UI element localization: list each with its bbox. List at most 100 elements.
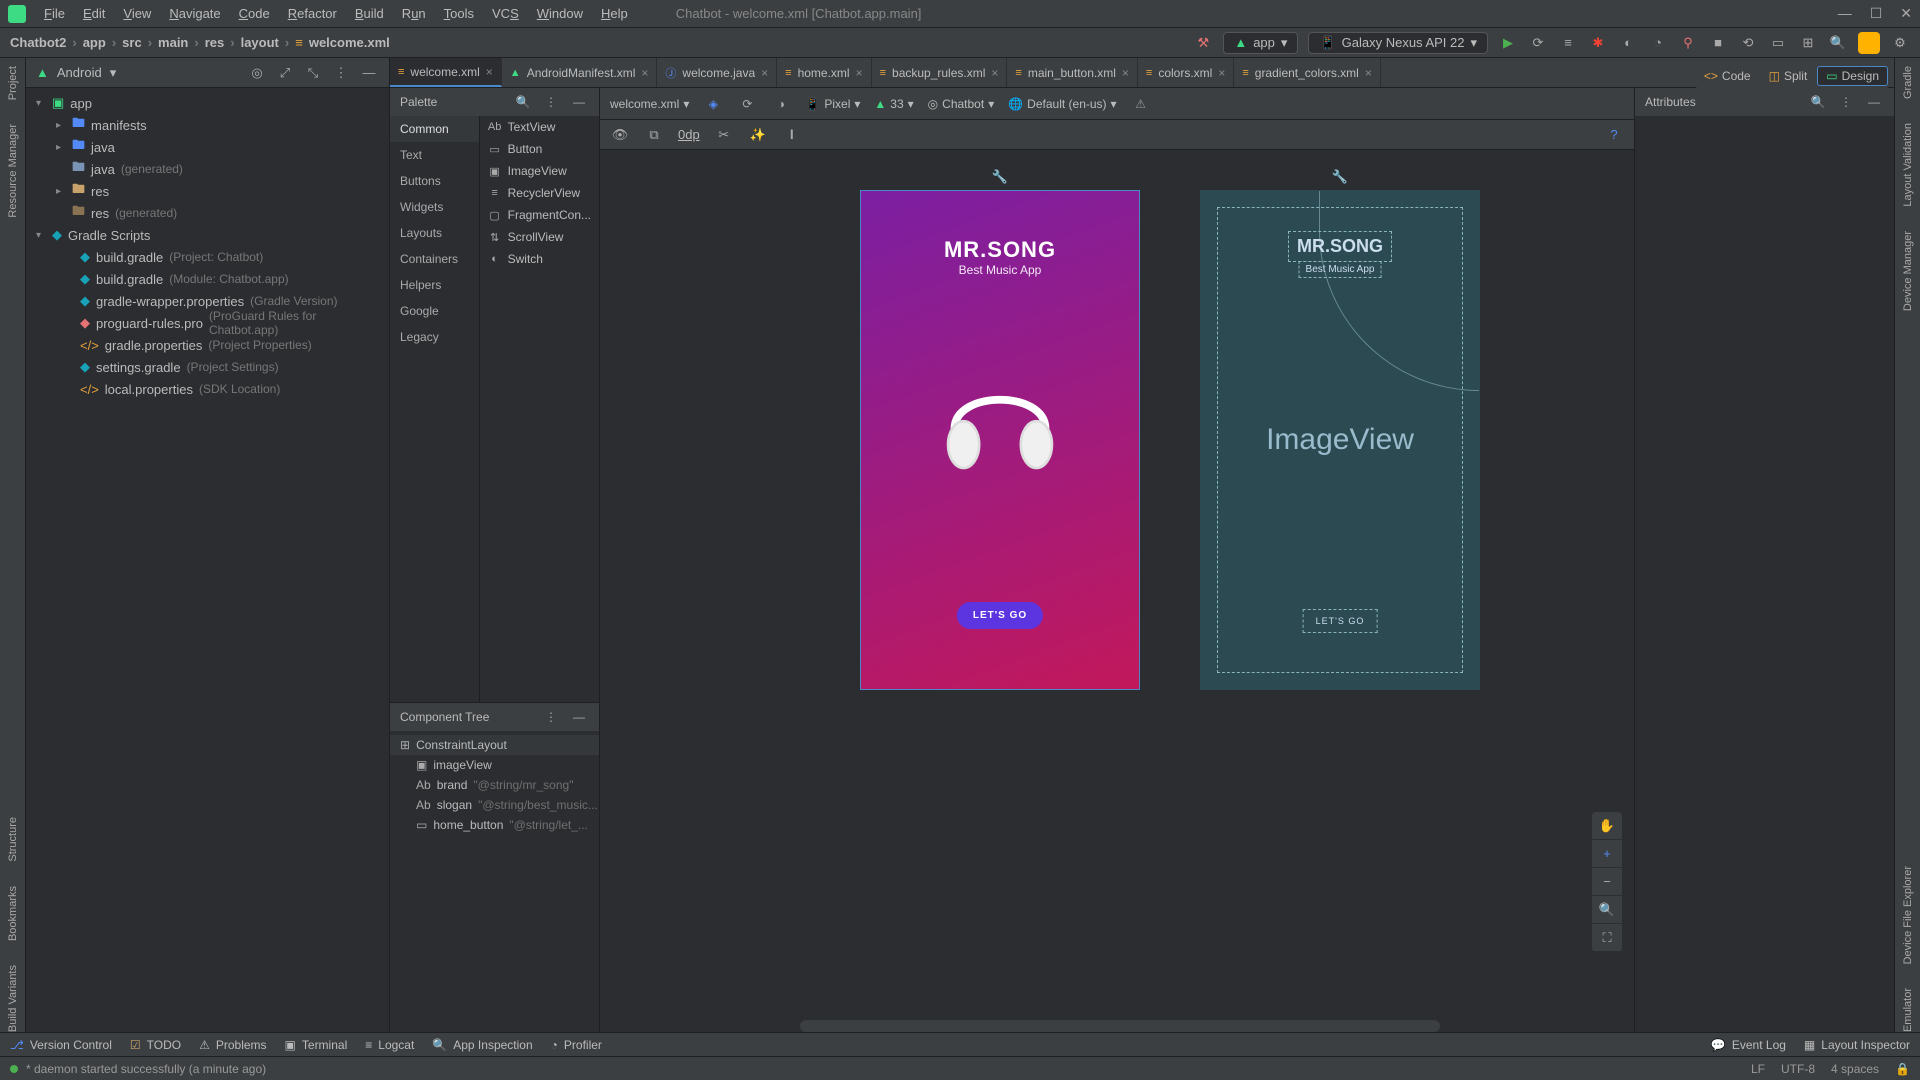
minimize-panel-icon[interactable]: — <box>569 92 589 112</box>
tool-todo[interactable]: ☑TODO <box>130 1038 181 1052</box>
tools-wrench-icon[interactable]: 🔧 <box>992 169 1008 185</box>
sdk-icon[interactable]: ⊞ <box>1798 33 1818 53</box>
palette-cat-legacy[interactable]: Legacy <box>390 324 479 350</box>
view-mode-split[interactable]: ◫Split <box>1761 66 1816 86</box>
minimize-panel-icon[interactable]: — <box>1864 92 1884 112</box>
tab-colors[interactable]: ≡colors.xml× <box>1138 58 1234 87</box>
tree-row[interactable]: ◆build.gradle (Module: Chatbot.app) <box>26 268 389 290</box>
palette-cat-helpers[interactable]: Helpers <box>390 272 479 298</box>
debug-icon[interactable]: ✱ <box>1588 33 1608 53</box>
tree-row[interactable]: ◆settings.gradle (Project Settings) <box>26 356 389 378</box>
close-tab-icon[interactable]: × <box>486 65 493 79</box>
tree-row[interactable]: ▸🖿res <box>26 180 389 202</box>
palette-cat-widgets[interactable]: Widgets <box>390 194 479 220</box>
tab-manifest[interactable]: ▲AndroidManifest.xml× <box>502 58 658 87</box>
tree-row[interactable]: ▸🖿java <box>26 136 389 158</box>
more-icon[interactable]: ⋮ <box>541 92 561 112</box>
tab-gradient-colors[interactable]: ≡gradient_colors.xml× <box>1234 58 1380 87</box>
help-icon[interactable]: ? <box>1604 125 1624 145</box>
view-mode-code[interactable]: <>Code <box>1696 66 1759 86</box>
palette-item[interactable]: ▣ImageView <box>480 160 599 182</box>
tool-logcat[interactable]: ≡Logcat <box>365 1038 414 1052</box>
view-options-icon[interactable]: 👁 <box>610 125 630 145</box>
tool-problems[interactable]: ⚠Problems <box>199 1038 266 1052</box>
rail-layout-validation[interactable]: Layout Validation <box>1902 123 1914 207</box>
status-lf[interactable]: LF <box>1751 1062 1765 1076</box>
close-tab-icon[interactable]: × <box>641 66 648 80</box>
breadcrumb-item[interactable]: res <box>205 35 225 50</box>
minimize-panel-icon[interactable]: — <box>569 707 589 727</box>
close-tab-icon[interactable]: × <box>1218 66 1225 80</box>
orientation-icon[interactable]: ⟳ <box>737 94 757 114</box>
rail-device-file-explorer[interactable]: Device File Explorer <box>1902 866 1914 964</box>
ct-root[interactable]: ⊞ConstraintLayout <box>390 735 599 755</box>
tab-home-xml[interactable]: ≡home.xml× <box>777 58 871 87</box>
tab-welcome-java[interactable]: Ⓙwelcome.java× <box>657 58 777 87</box>
settings-gear-icon[interactable]: ⚙ <box>1890 33 1910 53</box>
tab-main-button[interactable]: ≡main_button.xml× <box>1007 58 1137 87</box>
ct-item[interactable]: ▣imageView <box>390 755 599 775</box>
tree-row[interactable]: 🖿java (generated) <box>26 158 389 180</box>
profiler-icon[interactable]: ◔ <box>1648 33 1668 53</box>
run-icon[interactable]: ▶ <box>1498 33 1518 53</box>
debug-attach-icon[interactable]: ≡ <box>1558 33 1578 53</box>
tree-gradle-scripts[interactable]: ▾ ◆ Gradle Scripts <box>26 224 389 246</box>
tool-version-control[interactable]: ⎇Version Control <box>10 1038 112 1052</box>
breadcrumb-item[interactable]: Chatbot2 <box>10 35 66 50</box>
expand-icon[interactable]: ⤢ <box>275 63 295 83</box>
palette-cat-layouts[interactable]: Layouts <box>390 220 479 246</box>
tree-row[interactable]: </>gradle.properties (Project Properties… <box>26 334 389 356</box>
menu-tools[interactable]: Tools <box>436 4 482 23</box>
rail-bookmarks[interactable]: Bookmarks <box>7 886 19 941</box>
account-avatar[interactable] <box>1858 32 1880 54</box>
autoconnect-icon[interactable]: ⧉ <box>644 125 664 145</box>
menu-view[interactable]: View <box>115 4 159 23</box>
minimize-icon[interactable]: — <box>1838 5 1852 22</box>
collapse-icon[interactable]: ⤡ <box>303 63 323 83</box>
breadcrumb-item[interactable]: welcome.xml <box>309 35 390 50</box>
tools-wrench-icon[interactable]: 🔧 <box>1332 169 1348 185</box>
palette-item[interactable]: ▢FragmentCon... <box>480 204 599 226</box>
menu-build[interactable]: Build <box>347 4 392 23</box>
palette-item[interactable]: ◐Switch <box>480 248 599 270</box>
preview-blueprint[interactable]: 🔧 ImageView MR.SONG Best Music App LET'S… <box>1200 190 1480 690</box>
breadcrumb-item[interactable]: layout <box>241 35 279 50</box>
rail-gradle[interactable]: Gradle <box>1902 66 1914 99</box>
maximize-icon[interactable]: ☐ <box>1870 5 1883 22</box>
tool-app-inspection[interactable]: 🔍App Inspection <box>432 1038 532 1052</box>
more-icon[interactable]: ⋮ <box>541 707 561 727</box>
zoom-fit-icon[interactable]: 🔍 <box>1592 896 1622 924</box>
device-picker[interactable]: 📱Pixel ▾ <box>805 97 860 111</box>
tree-row[interactable]: </>local.properties (SDK Location) <box>26 378 389 400</box>
breadcrumb-item[interactable]: app <box>83 35 106 50</box>
night-mode-icon[interactable]: ◑ <box>771 94 791 114</box>
apply-changes-icon[interactable]: ⟳ <box>1528 33 1548 53</box>
zoom-out-icon[interactable]: − <box>1592 868 1622 896</box>
palette-cat-containers[interactable]: Containers <box>390 246 479 272</box>
minimize-panel-icon[interactable]: — <box>359 63 379 83</box>
menu-run[interactable]: Run <box>394 4 434 23</box>
chevron-down-icon[interactable]: ▾ <box>110 65 117 81</box>
project-view-selector[interactable]: Android <box>57 65 102 80</box>
search-icon[interactable]: 🔍 <box>513 92 533 112</box>
avd-icon[interactable]: ▭ <box>1768 33 1788 53</box>
rail-build-variants[interactable]: Build Variants <box>7 965 19 1032</box>
close-tab-icon[interactable]: × <box>856 66 863 80</box>
palette-cat-google[interactable]: Google <box>390 298 479 324</box>
run-config-selector[interactable]: ▲ app ▾ <box>1223 32 1298 54</box>
sync-icon[interactable]: ⟲ <box>1738 33 1758 53</box>
stop-icon[interactable]: ■ <box>1708 33 1728 53</box>
tool-terminal[interactable]: ▣Terminal <box>285 1038 348 1052</box>
hammer-build-icon[interactable]: ⚒ <box>1193 33 1213 53</box>
ct-item[interactable]: Abbrand "@string/mr_song" <box>390 775 599 795</box>
tree-row[interactable]: ◆build.gradle (Project: Chatbot) <box>26 246 389 268</box>
tree-app-module[interactable]: ▾ ▣ app <box>26 92 389 114</box>
palette-cat-buttons[interactable]: Buttons <box>390 168 479 194</box>
close-icon[interactable]: ✕ <box>1900 5 1912 22</box>
menu-code[interactable]: Code <box>231 4 278 23</box>
search-icon[interactable]: 🔍 <box>1828 33 1848 53</box>
tool-profiler[interactable]: ◔Profiler <box>551 1038 602 1052</box>
design-canvas[interactable]: 🔧 MR.SONG Best Music App LET'S GO 🔧 <box>600 150 1634 1032</box>
palette-cat-text[interactable]: Text <box>390 142 479 168</box>
zoom-actual-icon[interactable]: ⛶ <box>1592 924 1622 952</box>
